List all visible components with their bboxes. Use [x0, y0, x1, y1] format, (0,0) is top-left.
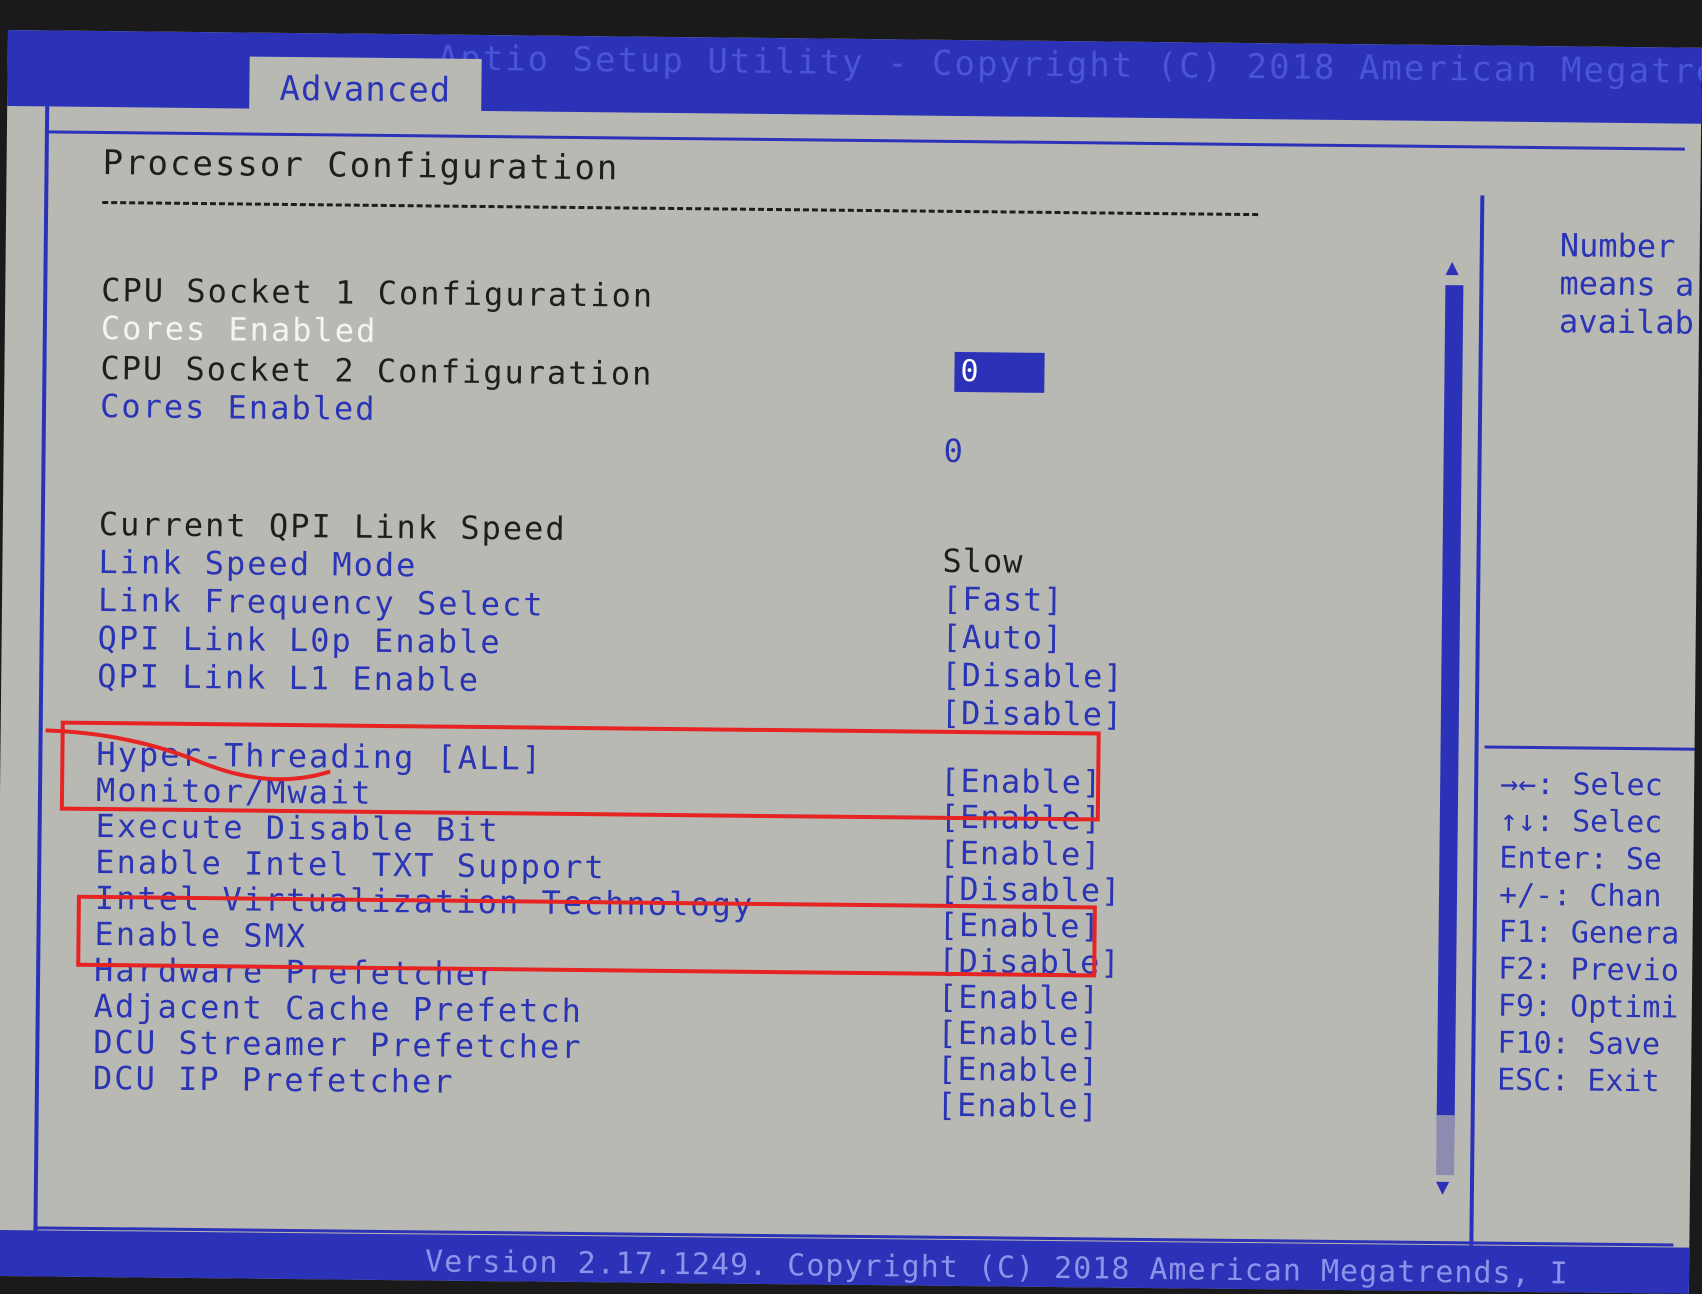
qpi-speed-value: Slow [942, 541, 1024, 581]
setting-label[interactable]: DCU IP Prefetcher [93, 1059, 455, 1101]
key-hint: F9: Optimi [1497, 988, 1679, 1026]
bios-screen: Aptio Setup Utility - Copyright (C) 2018… [0, 30, 1702, 1294]
page-title: Processor Configuration [102, 142, 620, 189]
scrollbar[interactable] [1436, 285, 1464, 1146]
scroll-down-icon[interactable]: ▼ [1436, 1175, 1450, 1200]
qpi-speed-label: Current QPI Link Speed [98, 504, 567, 548]
tab-advanced[interactable]: Advanced [249, 56, 482, 123]
setting-value[interactable]: [Enable] [937, 1086, 1100, 1126]
frame-border [33, 106, 50, 1237]
help-panel-divider [1469, 195, 1485, 1246]
setting-label[interactable]: Link Speed Mode [98, 543, 417, 584]
setting-value-selected[interactable]: 0 [954, 351, 1045, 393]
red-pen-stroke [45, 728, 331, 782]
setting-label[interactable]: Link Frequency Select [98, 581, 545, 624]
setting-value[interactable]: [Fast] [942, 580, 1064, 619]
key-hint: F1: Genera [1498, 914, 1680, 952]
help-divider [1484, 745, 1702, 751]
key-hint: +/-: Chan [1498, 877, 1662, 915]
highlight-box-virtualization [76, 894, 1097, 978]
key-hint: F10: Save [1497, 1025, 1661, 1063]
setting-value[interactable]: [Enable] [938, 978, 1101, 1018]
help-description: Number means a availab [1558, 226, 1695, 342]
scrollbar-thumb[interactable] [1436, 1115, 1455, 1176]
setting-label[interactable]: QPI Link L0p Enable [97, 619, 501, 661]
setting-label[interactable]: Cores Enabled [101, 309, 378, 350]
scroll-up-icon[interactable]: ▲ [1445, 255, 1459, 280]
key-legend: →←: Selec ↑↓: Selec Enter: Se +/-: Chan … [1497, 766, 1681, 1101]
socket1-config-heading: CPU Socket 1 Configuration [101, 270, 655, 315]
setting-value[interactable]: [Enable] [937, 1014, 1100, 1054]
setting-value[interactable]: 0 [943, 432, 964, 470]
setting-value[interactable]: [Disable] [941, 656, 1124, 696]
setting-label[interactable]: Cores Enabled [100, 387, 377, 428]
socket2-config-heading: CPU Socket 2 Configuration [100, 348, 654, 393]
setting-value[interactable]: [Auto] [941, 618, 1063, 657]
setting-value[interactable]: [Disable] [941, 694, 1124, 734]
key-hint: F2: Previo [1498, 951, 1680, 989]
setting-value[interactable]: [Enable] [937, 1050, 1100, 1090]
setting-label[interactable]: QPI Link L1 Enable [97, 657, 480, 699]
key-hint: ESC: Exit [1496, 1062, 1660, 1100]
setting-value[interactable]: [Enable] [939, 834, 1102, 874]
key-hint: →←: Selec [1500, 766, 1663, 804]
key-hint: Enter: Se [1499, 840, 1663, 878]
title-divider [102, 200, 1259, 217]
key-hint: ↑↓: Selec [1499, 803, 1663, 841]
